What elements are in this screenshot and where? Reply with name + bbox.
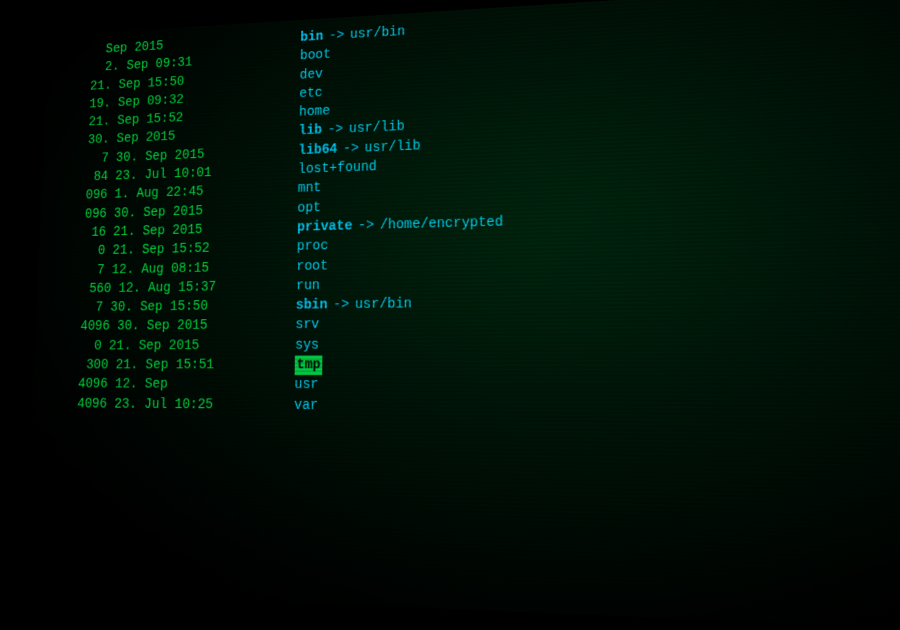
- terminal-content: Sep 2015 2. Sep 09:31 21. Sep 15:50 19. …: [24, 0, 900, 630]
- left-column: Sep 2015 2. Sep 09:31 21. Sep 15:50 19. …: [33, 30, 291, 592]
- left-line-20: 4096 23. Jul 10:25: [40, 394, 284, 415]
- left-line-17: 0 21. Sep 2015: [43, 336, 286, 356]
- tmp-highlight: tmp: [295, 355, 323, 375]
- right-column: bin -> usr/bin boot dev etc home lib: [281, 0, 900, 618]
- terminal-window: Sep 2015 2. Sep 09:31 21. Sep 15:50 19. …: [24, 0, 900, 630]
- left-line-19: 4096 12. Sep: [41, 375, 285, 395]
- right-line-sys: sys: [295, 332, 900, 356]
- right-line-tmp: tmp: [295, 354, 900, 376]
- right-line-var: var: [294, 396, 900, 421]
- left-line-15: 7 30. Sep 15:50: [45, 296, 287, 318]
- left-line-18: 300 21. Sep 15:51: [42, 356, 285, 376]
- left-line-16: 4096 30. Sep 2015: [44, 316, 286, 337]
